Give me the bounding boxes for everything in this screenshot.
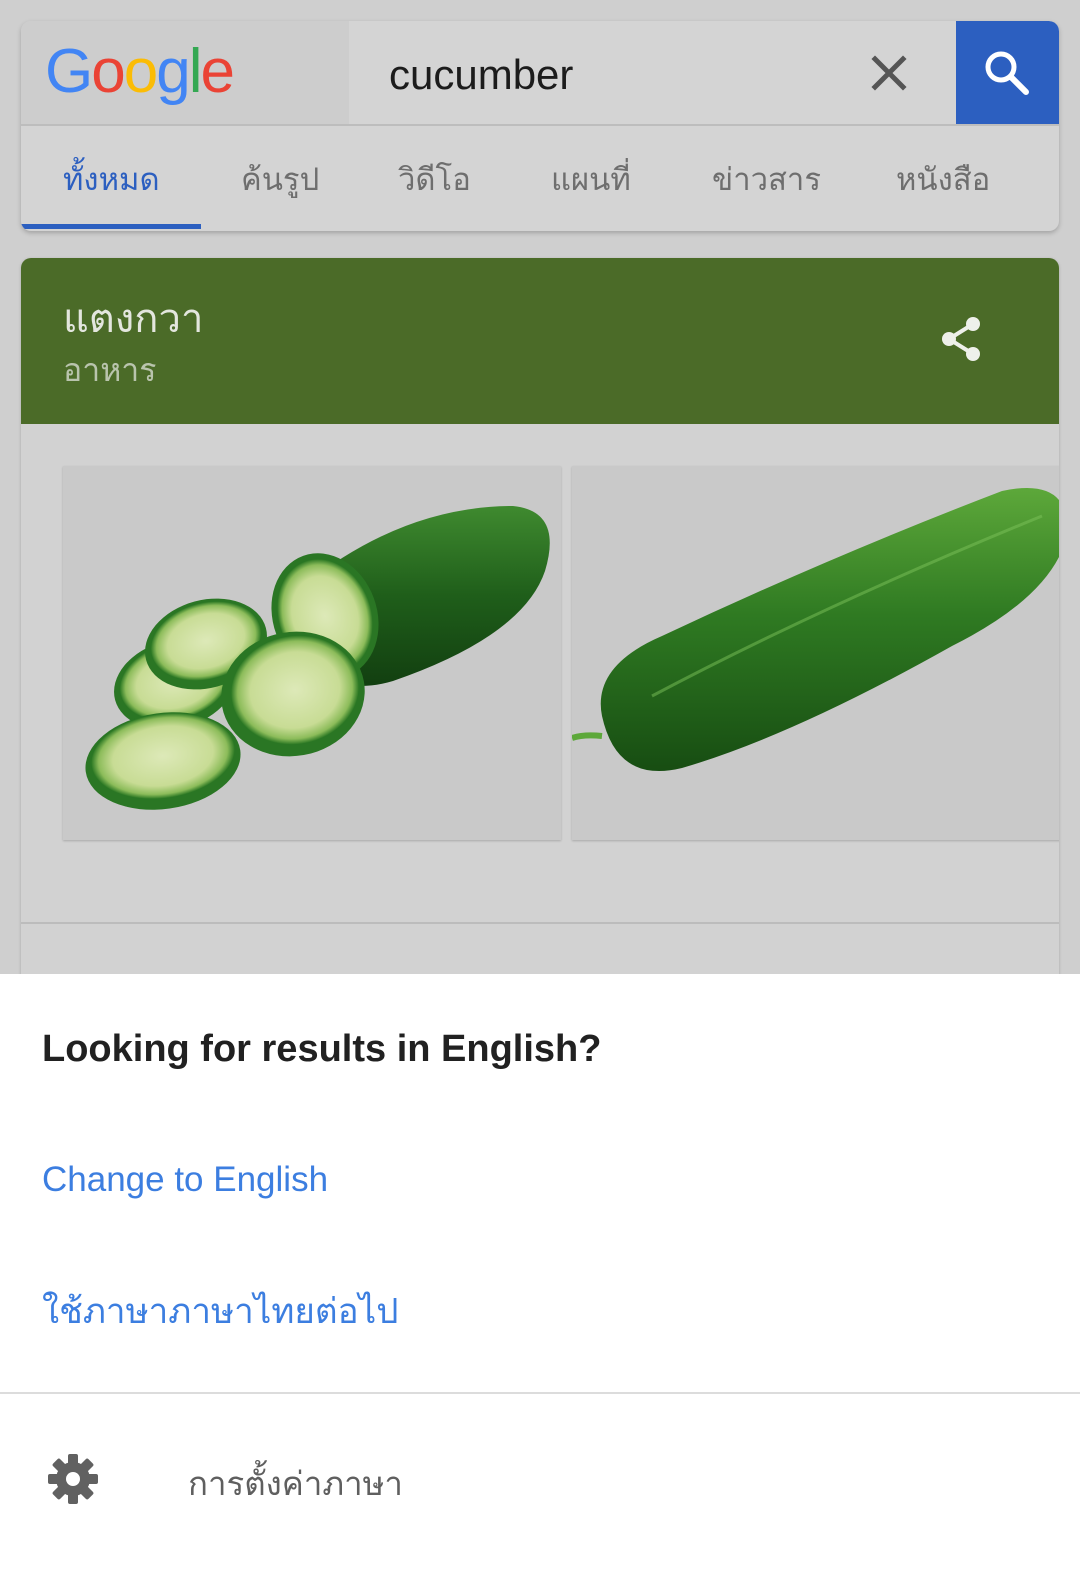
google-logo-area[interactable]: Google bbox=[21, 21, 349, 125]
language-prompt-title: Looking for results in English? bbox=[42, 1028, 602, 1070]
keep-thai-link[interactable]: ใช้ภาษาภาษาไทยต่อไป bbox=[42, 1290, 399, 1334]
tab-maps[interactable]: แผนที่ bbox=[551, 160, 631, 200]
whole-cucumber-image[interactable] bbox=[572, 466, 1059, 840]
share-button[interactable] bbox=[937, 314, 987, 364]
search-icon bbox=[985, 51, 1029, 95]
tab-all[interactable]: ทั้งหมด bbox=[63, 160, 160, 200]
entity-subtitle: อาหาร bbox=[63, 352, 157, 388]
language-settings-label: การตั้งค่าภาษา bbox=[188, 1465, 403, 1502]
tab-news[interactable]: ข่าวสาร bbox=[712, 160, 821, 200]
change-to-english-link[interactable]: Change to English bbox=[42, 1158, 328, 1202]
entity-title: แตงกวา bbox=[63, 297, 204, 341]
clear-search-button[interactable] bbox=[859, 43, 919, 103]
search-bar: Google cucumber bbox=[21, 21, 1059, 125]
tab-videos[interactable]: วิดีโอ bbox=[398, 160, 471, 200]
whole-cucumber-picture bbox=[572, 488, 1059, 771]
knowledge-panel: แตงกวา อาหาร bbox=[21, 258, 1059, 978]
google-logo: Google bbox=[45, 37, 235, 106]
logo-letter: l bbox=[188, 37, 203, 106]
search-input[interactable]: cucumber bbox=[389, 51, 573, 99]
tab-books[interactable]: หนังสือ bbox=[896, 160, 990, 200]
logo-letter: e bbox=[200, 37, 235, 106]
search-button[interactable] bbox=[956, 21, 1059, 125]
knowledge-panel-header: แตงกวา อาหาร bbox=[21, 258, 1059, 424]
search-header: Google cucumber ทั้งหมด ค้นรูป วิดีโอ แผ… bbox=[21, 21, 1059, 231]
sheet-divider bbox=[0, 1392, 1080, 1394]
gear-icon bbox=[48, 1454, 98, 1504]
sliced-cucumber-picture bbox=[85, 506, 550, 810]
logo-letter: g bbox=[156, 37, 191, 106]
logo-letter: G bbox=[45, 37, 93, 106]
search-tabs: ทั้งหมด ค้นรูป วิดีโอ แผนที่ ข่าวสาร หนั… bbox=[21, 126, 1059, 231]
sliced-cucumber-image[interactable] bbox=[63, 466, 561, 840]
share-icon bbox=[942, 317, 980, 361]
active-tab-indicator bbox=[21, 224, 201, 229]
logo-letter: o bbox=[123, 37, 159, 106]
language-settings-button[interactable]: การตั้งค่าภาษา bbox=[0, 1424, 1080, 1534]
knowledge-panel-divider bbox=[21, 922, 1059, 924]
language-prompt-sheet: Looking for results in English? Change t… bbox=[0, 974, 1080, 1584]
tab-images[interactable]: ค้นรูป bbox=[241, 160, 319, 200]
logo-letter: o bbox=[91, 37, 126, 106]
close-icon bbox=[871, 55, 907, 91]
